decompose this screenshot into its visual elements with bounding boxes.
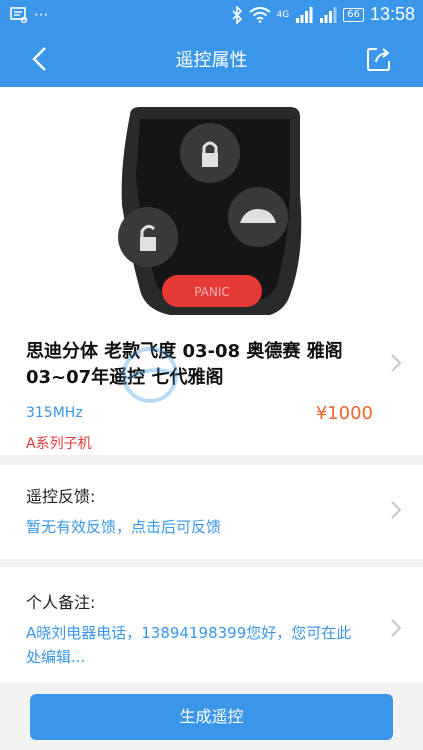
feedback-section[interactable]: 遥控反馈: 暂无有效反馈，点击后可反馈 (0, 465, 423, 559)
page-title: 遥控属性 (175, 50, 248, 71)
chevron-right-icon[interactable] (389, 499, 403, 521)
status-time: 13:58 (369, 4, 415, 24)
wifi-icon (248, 6, 271, 23)
status-dots: ··· (34, 6, 49, 24)
bluetooth-icon (231, 5, 242, 24)
frequency-label: 315MHz (26, 405, 83, 421)
generate-remote-button[interactable]: 生成遥控 (30, 694, 393, 740)
watermark-logo (122, 347, 178, 403)
chevron-right-icon[interactable] (389, 617, 403, 639)
notes-label: 个人备注: (26, 593, 96, 612)
feedback-label: 遥控反馈: (26, 487, 96, 506)
status-bar: ··· 4G 66 13:58 (0, 0, 423, 30)
product-title: 思迪分体 老款飞度 03-08 奥德赛 雅阁03~07年遥控 七代雅阁 (26, 341, 343, 388)
nav-bar: 遥控属性 (0, 30, 423, 87)
feedback-value: 暂无有效反馈，点击后可反馈 (26, 518, 222, 536)
series-label: A系列子机 (26, 436, 92, 452)
notes-section[interactable]: 个人备注: A晓刘电器电话，13894198399您好，您可在此处编辑... (0, 567, 423, 683)
chevron-right-icon[interactable] (389, 352, 403, 374)
notes-value: A晓刘电器电话，13894198399您好，您可在此处编辑... (26, 624, 352, 666)
network-type: 4G (276, 9, 290, 20)
message-icon (10, 7, 28, 23)
signal-icon-2 (320, 6, 337, 23)
battery-indicator: 66 (343, 7, 364, 22)
product-card[interactable]: PANIC 思迪分体 老款飞度 03-08 奥德赛 雅阁03~07年遥控 七代雅… (0, 87, 423, 455)
signal-icon (296, 6, 313, 23)
price-label: ¥1000 (315, 403, 373, 424)
share-icon[interactable] (365, 45, 393, 73)
panic-label: PANIC (194, 285, 230, 299)
remote-key-image: PANIC (118, 107, 302, 315)
